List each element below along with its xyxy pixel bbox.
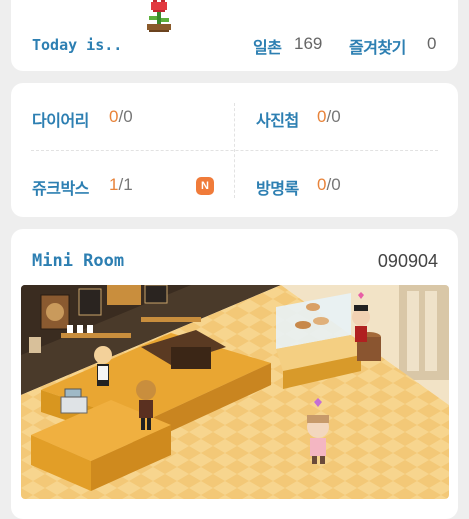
photo-count: 0/0 [317,107,341,126]
miniroom-date: 090904 [377,251,438,271]
photo-label: 사진첩 [256,111,299,130]
diary-label: 다이어리 [32,111,89,130]
guestbook-label: 방명록 [256,179,299,198]
diary-count: 0/0 [109,107,133,126]
cafe-room-illustration [21,285,449,499]
menu-card: 다이어리 0/0 사진첩 0/0 쥬크박스 1/1 N 방명록 0/0 [11,83,458,217]
miniroom-card: Mini Room 090904 [11,229,458,519]
ilchon-label[interactable]: 일촌 [253,34,282,58]
today-card: Today is.. 일촌 169 즐겨찾기 0 [11,0,458,71]
jukebox-count: 1/1 [109,175,133,194]
guestbook-count: 0/0 [317,175,341,194]
miniroom-scene[interactable] [21,285,449,499]
tulip-flower-icon [147,0,171,32]
ilchon-count: 169 [294,34,323,53]
miniroom-title[interactable]: Mini Room [32,251,124,271]
favorites-count: 0 [427,34,437,53]
favorites-label[interactable]: 즐겨찾기 [349,34,406,58]
new-badge: N [196,177,214,195]
today-label: Today is.. [32,36,123,54]
jukebox-label: 쥬크박스 [32,179,89,198]
horizontal-divider [31,150,438,151]
